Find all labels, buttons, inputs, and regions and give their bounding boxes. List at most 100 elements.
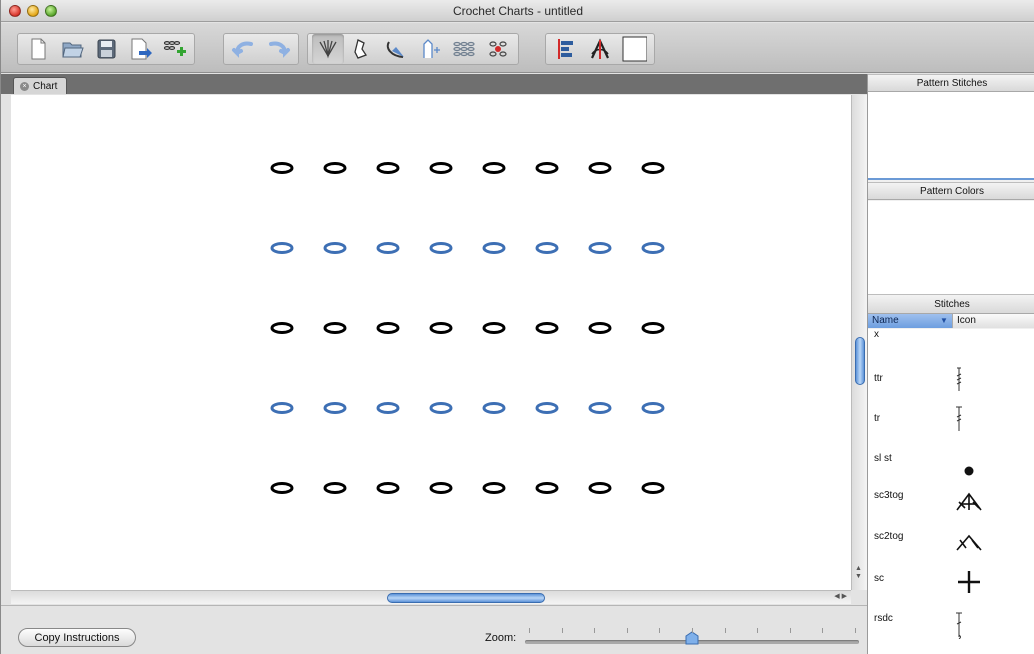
chain-stitch[interactable] [429,402,453,414]
zoom-tick [757,628,759,633]
list-item[interactable]: sc2tog [868,529,1034,569]
chain-stitch[interactable] [482,242,506,254]
color-swatch-icon [622,36,647,62]
chain-stitch[interactable] [588,162,612,174]
tab-close-icon[interactable]: × [20,81,29,91]
chain-stitch[interactable] [641,242,665,254]
stitch-name: sc3tog [874,490,904,501]
color-mode-button[interactable] [346,34,378,64]
tab-chart[interactable]: × Chart [13,77,67,94]
app-window: Crochet Charts - untitled × Chart ▲ ▼ ◀ … [0,0,1034,654]
zoom-tick [789,628,791,633]
sort-descending-icon[interactable]: ▼ [940,314,948,328]
chart-canvas[interactable] [11,95,851,590]
list-item[interactable]: sc3tog [868,489,1034,529]
create-rows-button[interactable] [448,34,480,64]
list-item[interactable]: sc [868,569,1034,609]
chain-stitch[interactable] [641,482,665,494]
center-button[interactable] [584,34,616,64]
chain-stitch[interactable] [270,162,294,174]
chain-stitch[interactable] [429,322,453,334]
list-item[interactable]: x [868,329,1034,369]
list-item[interactable]: tr [868,406,1034,449]
save-button[interactable] [90,34,122,64]
chain-stitch[interactable] [376,242,400,254]
chain-stitch[interactable] [535,482,559,494]
pattern-colors-header[interactable]: Pattern Colors [868,182,1034,200]
chain-stitch[interactable] [482,482,506,494]
document-tab-bar: × Chart [1,74,867,94]
chain-stitch[interactable] [323,402,347,414]
add-rows-button[interactable] [158,34,190,64]
copy-instructions-button[interactable]: Copy Instructions [18,628,136,647]
align-button[interactable] [550,34,582,64]
chain-stitch[interactable] [535,402,559,414]
zoom-slider-knob[interactable] [685,631,699,646]
chain-stitch[interactable] [323,242,347,254]
chain-stitch[interactable] [482,162,506,174]
chain-stitch[interactable] [482,322,506,334]
chain-stitch[interactable] [376,162,400,174]
horizontal-scroll-arrows[interactable]: ◀ ▶ [834,592,847,600]
zoom-tick [594,628,596,633]
chain-stitch[interactable] [429,162,453,174]
chain-stitch[interactable] [535,162,559,174]
chain-stitch[interactable] [535,242,559,254]
chain-stitch[interactable] [535,322,559,334]
chain-stitch[interactable] [482,402,506,414]
chain-stitch[interactable] [588,322,612,334]
chain-stitch[interactable] [641,402,665,414]
chain-stitch[interactable] [588,402,612,414]
list-item[interactable]: rsdc [868,609,1034,649]
chain-stitch[interactable] [641,162,665,174]
stitch-mode-button[interactable] [312,34,344,64]
pattern-colors-list[interactable] [868,201,1034,294]
chain-stitch[interactable] [429,482,453,494]
window-title: Crochet Charts - untitled [452,4,584,18]
save-icon [97,39,116,59]
angle-mode-button[interactable] [380,34,412,64]
indicator-mode-button[interactable] [482,34,514,64]
zoom-tick [529,628,530,633]
zoom-tick [855,628,856,633]
chain-stitch[interactable] [429,242,453,254]
vertical-scroll-arrows[interactable]: ▲ ▼ [855,565,862,581]
stitch-list[interactable]: x ttr tr sl st sc3tog sc2tog sc rsdc [868,329,1034,654]
pattern-stitches-header[interactable]: Pattern Stitches [868,74,1034,92]
color-swatch-button[interactable] [618,34,650,64]
horizontal-scrollbar[interactable]: ◀ ▶ [11,590,851,604]
chain-stitch[interactable] [323,482,347,494]
pattern-stitches-list[interactable] [868,92,1034,180]
export-button[interactable] [124,34,156,64]
open-button[interactable] [56,34,88,64]
stitch-name: tr [874,413,881,424]
chain-stitch[interactable] [270,242,294,254]
column-icon[interactable]: Icon [952,314,1034,328]
chain-stitch[interactable] [376,402,400,414]
zoom-tick [692,628,693,633]
chain-stitch[interactable] [323,162,347,174]
vertical-scroll-thumb[interactable] [855,337,865,385]
stretch-mode-button[interactable] [414,34,446,64]
list-item[interactable]: ttr [868,367,1034,409]
undo-button[interactable] [228,34,260,64]
redo-button[interactable] [262,34,294,64]
chain-stitch[interactable] [376,322,400,334]
list-item[interactable]: sl st [868,449,1034,489]
rsdc-icon [956,612,962,639]
align-icon [558,39,573,59]
new-document-button[interactable] [22,34,54,64]
chain-stitch[interactable] [270,322,294,334]
chain-stitch[interactable] [270,482,294,494]
stretch-mode-icon [423,39,440,58]
chain-stitch[interactable] [376,482,400,494]
stitch-name: sc2tog [874,531,904,542]
vertical-scrollbar[interactable]: ▲ ▼ [851,95,867,590]
stitches-header[interactable]: Stitches [868,294,1034,314]
horizontal-scroll-thumb[interactable] [387,593,545,603]
chain-stitch[interactable] [270,402,294,414]
chain-stitch[interactable] [323,322,347,334]
chain-stitch[interactable] [588,482,612,494]
chain-stitch[interactable] [588,242,612,254]
chain-stitch[interactable] [641,322,665,334]
